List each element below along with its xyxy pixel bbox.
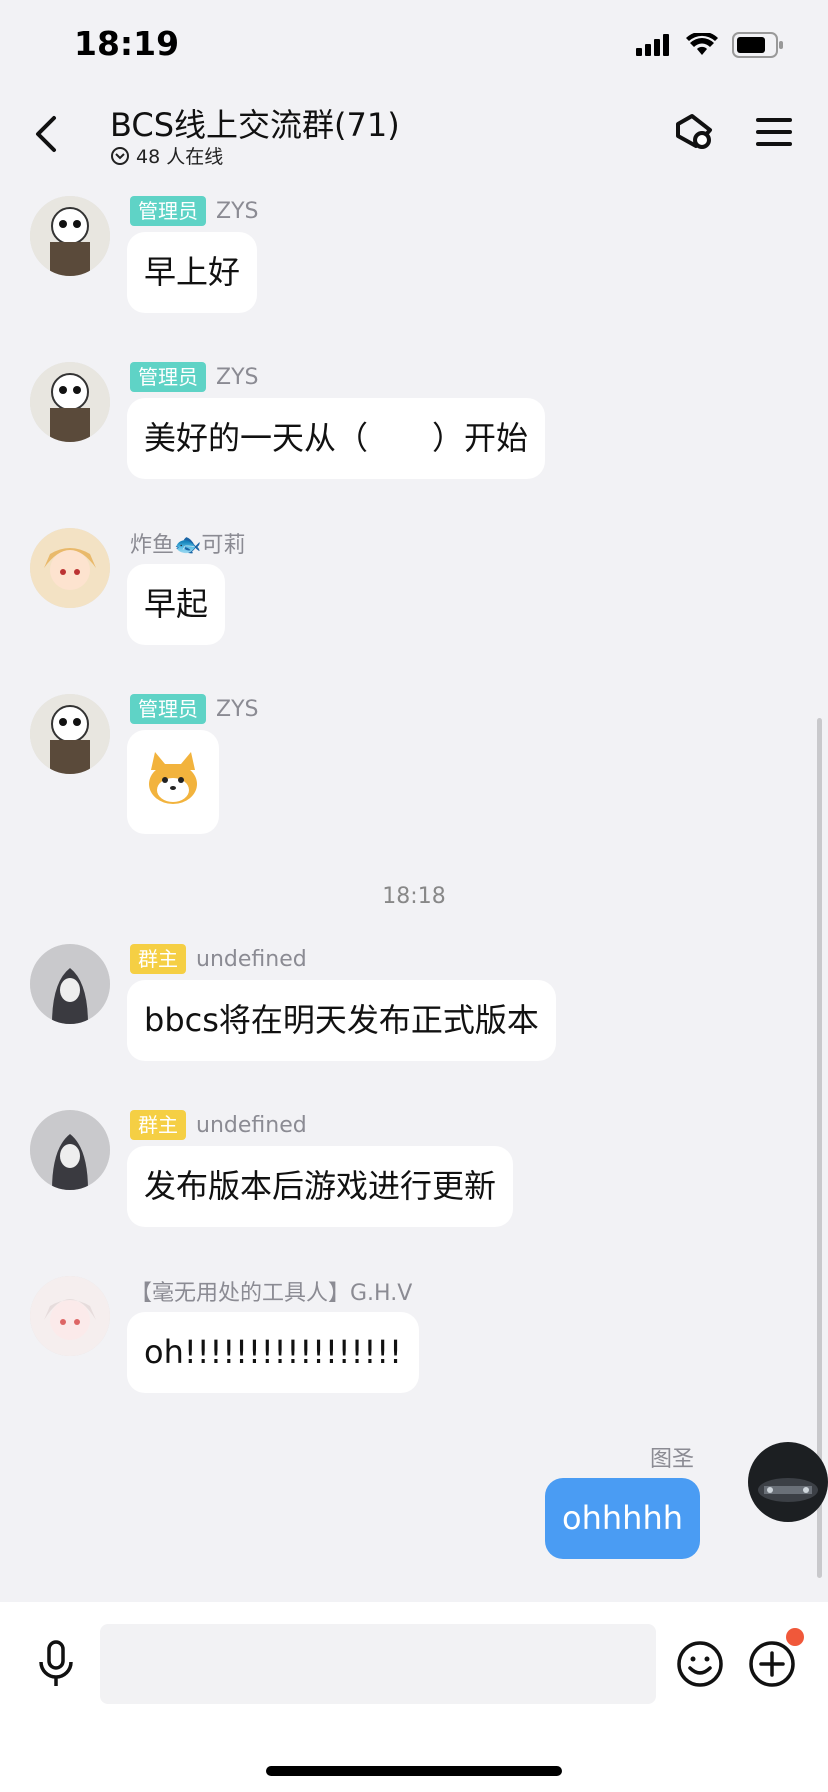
group-title: BCS线上交流群(71) [110, 106, 400, 144]
header-actions [670, 108, 792, 156]
sender-name[interactable]: ZYS [216, 697, 258, 722]
sender-meta: 管理员 ZYS [130, 196, 258, 226]
home-indicator [266, 1766, 562, 1776]
avatar[interactable] [30, 1110, 110, 1190]
online-count: 48 人在线 [110, 142, 223, 169]
message-list[interactable]: 管理员 ZYS 早上好 管理员 ZYS 美好的一天从（ ）开始 炸鱼🐟可莉 早起… [0, 178, 828, 1602]
message-bubble[interactable]: 发布版本后游戏进行更新 [127, 1146, 514, 1227]
microphone-icon[interactable] [36, 1640, 76, 1688]
admin-tag: 管理员 [130, 362, 206, 392]
chat-header: BCS线上交流群(71) 48 人在线 [0, 90, 828, 178]
message-bubble[interactable]: 早上好 [127, 232, 258, 313]
message-bubble[interactable]: oh!!!!!!!!!!!!!!!!! [127, 1312, 419, 1393]
status-bar: 18:19 [0, 0, 828, 90]
avatar[interactable] [30, 196, 110, 276]
admin-tag: 管理员 [130, 196, 206, 226]
menu-icon[interactable] [756, 116, 792, 148]
message-bubble[interactable]: 早起 [127, 564, 226, 645]
sender-meta: 图圣 [650, 1442, 694, 1472]
back-arrow-icon[interactable] [28, 110, 68, 158]
signal-icon [636, 34, 669, 56]
chevron-down-circle-icon [111, 146, 129, 165]
sender-meta: 【毫无用处的工具人】G.H.V [130, 1276, 412, 1306]
notification-dot [786, 1628, 804, 1646]
sender-name[interactable]: 【毫无用处的工具人】G.H.V [130, 1275, 412, 1307]
online-count-label: 48 人在线 [136, 146, 224, 168]
wifi-icon [686, 33, 718, 55]
time-separator: 18:18 [382, 884, 446, 909]
plus-circle-icon[interactable] [748, 1640, 796, 1688]
my-avatar[interactable] [748, 1442, 828, 1522]
avatar[interactable] [30, 694, 110, 774]
game-link-icon[interactable] [670, 108, 718, 156]
message-bubble[interactable]: bbcs将在明天发布正式版本 [127, 980, 556, 1061]
sender-name[interactable]: ZYS [216, 365, 258, 390]
sender-name[interactable]: undefined [196, 947, 307, 972]
status-icons [636, 28, 784, 62]
emoji-icon[interactable] [676, 1640, 724, 1688]
sender-meta: 炸鱼🐟可莉 [130, 528, 245, 558]
avatar[interactable] [30, 528, 110, 608]
sender-name[interactable]: ZYS [216, 199, 258, 224]
sender-meta: 群主 undefined [130, 1110, 307, 1140]
avatar[interactable] [30, 362, 110, 442]
sender-name[interactable]: undefined [196, 1113, 307, 1138]
owner-tag: 群主 [130, 1110, 186, 1140]
input-bar [0, 1602, 828, 1792]
shiba-sticker-icon [149, 752, 197, 804]
my-name: 图圣 [649, 1447, 694, 1472]
sender-meta: 管理员 ZYS [130, 362, 258, 392]
avatar[interactable] [30, 1276, 110, 1356]
avatar[interactable] [30, 944, 110, 1024]
admin-tag: 管理员 [130, 694, 206, 724]
owner-tag: 群主 [130, 944, 186, 974]
message-input[interactable] [100, 1624, 656, 1704]
status-time: 18:19 [74, 24, 180, 63]
sticker-bubble[interactable] [127, 730, 219, 834]
my-message-item: 图圣 ohhhhh [0, 1442, 828, 1562]
sender-meta: 管理员 ZYS [130, 694, 258, 724]
sender-name[interactable]: 炸鱼🐟可莉 [130, 527, 245, 559]
battery-icon [732, 32, 783, 58]
my-message-bubble[interactable]: ohhhhh [545, 1478, 700, 1559]
message-bubble[interactable]: 美好的一天从（ ）开始 [127, 398, 546, 479]
sender-meta: 群主 undefined [130, 944, 307, 974]
